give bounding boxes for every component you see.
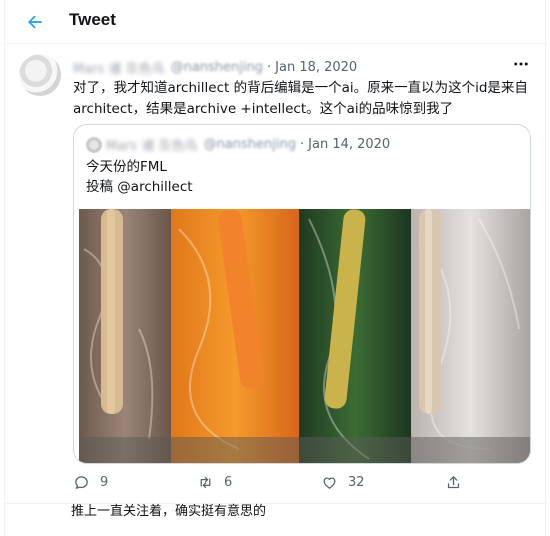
reply-count: 9: [100, 475, 109, 490]
share-button[interactable]: [445, 474, 462, 491]
retweet-icon: [200, 476, 211, 489]
separator-dot: ·: [300, 137, 305, 152]
like-count: 32: [348, 475, 365, 490]
quote-avatar: [86, 136, 102, 153]
share-icon: [447, 476, 460, 489]
tweet-text-line: architect，结果是archive +intellect。这个ai的品味惊…: [73, 101, 454, 117]
tweet-text: 对了，我才知道archillect 的背后编辑是一个ai。原来一直以为这个id是…: [73, 78, 533, 120]
quote-author-name: Mars 诸 灰色鸟: [106, 139, 198, 154]
arrow-left-icon: [28, 15, 42, 29]
tweet-author-line: Mars 诸 灰色鸟 @nanshenjing · Jan 18, 2020: [73, 58, 357, 77]
heart-icon: [323, 477, 336, 489]
more-icon: [514, 62, 528, 66]
separator-dot: ·: [267, 60, 272, 75]
quote-text-line: 今天份的FML: [86, 159, 167, 175]
back-button[interactable]: [19, 6, 51, 38]
more-options-button[interactable]: [509, 54, 533, 74]
quote-author-line: Mars 诸 灰色鸟 @nanshenjing · Jan 14, 2020: [86, 135, 390, 154]
tweet-page: Tweet Mars 诸 灰色鸟 @nanshenjing · Jan 18, …: [4, 0, 547, 536]
tweet-text-line: 对了，我才知道archillect 的背后编辑是一个ai。原来一直以为这个id是…: [73, 80, 528, 96]
retweet-count: 6: [224, 475, 233, 490]
header: Tweet: [5, 0, 547, 44]
page-title: Tweet: [69, 10, 116, 29]
author-handle[interactable]: @nanshenjing: [171, 60, 263, 75]
avatar[interactable]: [19, 54, 61, 96]
reply-text: 推上一直关注着，确实挺有意思的: [71, 504, 267, 519]
photo-illustration: [79, 209, 530, 463]
quoted-tweet[interactable]: Mars 诸 灰色鸟 @nanshenjing · Jan 14, 2020 今…: [73, 124, 531, 464]
tweet-actions: 9 6 32: [73, 474, 493, 496]
popsicle-bags-photo[interactable]: [79, 209, 530, 463]
like-button[interactable]: 32: [321, 474, 365, 491]
quote-text: 今天份的FML 投稿 @archillect: [86, 157, 193, 197]
retweet-button[interactable]: 6: [197, 474, 232, 491]
quote-text-line: 投稿 @archillect: [86, 179, 193, 195]
tweet-date[interactable]: Jan 18, 2020: [275, 60, 357, 75]
reply-icon: [75, 476, 88, 490]
tweet: Mars 诸 灰色鸟 @nanshenjing · Jan 18, 2020 对…: [5, 44, 547, 504]
quote-date: Jan 14, 2020: [308, 137, 391, 152]
quote-author-handle: @nanshenjing: [203, 137, 296, 152]
reply-button[interactable]: 9: [73, 474, 108, 491]
author-name[interactable]: Mars 诸 灰色鸟: [73, 58, 165, 77]
